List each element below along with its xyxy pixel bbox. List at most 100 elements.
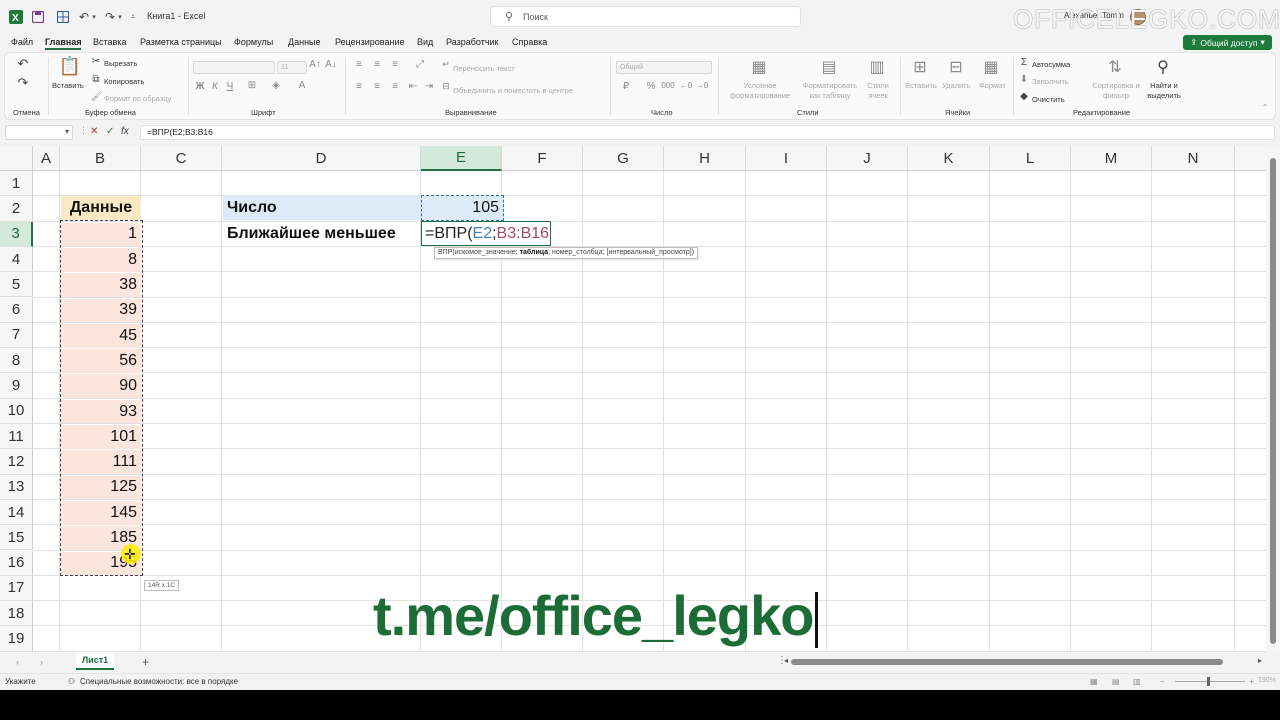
column-header-n[interactable]: N: [1152, 146, 1235, 171]
borders-icon[interactable]: ⊞: [245, 80, 259, 91]
customize-toolbar-icon[interactable]: ⩡: [128, 8, 138, 26]
insert-function-icon[interactable]: fx: [121, 126, 129, 137]
accounting-format-icon[interactable]: ₽: [619, 81, 633, 92]
tab-formulas[interactable]: Формулы: [234, 37, 273, 47]
wrap-text-button[interactable]: Переносить текст: [453, 64, 515, 73]
font-name-dropdown[interactable]: [193, 61, 275, 74]
cell-d2-label[interactable]: Число: [223, 196, 421, 220]
insert-cells-button[interactable]: Вставить: [905, 81, 937, 90]
next-sheet-icon[interactable]: ›: [40, 657, 43, 667]
row-header-11[interactable]: 11: [0, 424, 33, 450]
redo-icon[interactable]: ↷: [103, 8, 117, 26]
zoom-in-icon[interactable]: +: [1249, 677, 1254, 686]
column-header-i[interactable]: I: [746, 146, 827, 171]
row-header-17[interactable]: 17: [0, 575, 33, 602]
increase-indent-icon[interactable]: ⇥: [423, 81, 435, 92]
prev-sheet-icon[interactable]: ‹: [16, 657, 19, 667]
align-middle-icon[interactable]: ≡: [371, 59, 383, 70]
format-as-table-button[interactable]: Форматировать как таблицу: [799, 81, 861, 101]
fill-button[interactable]: Заполнить: [1032, 77, 1069, 86]
tab-review[interactable]: Рецензирование: [335, 37, 405, 47]
column-header-k[interactable]: K: [908, 146, 990, 171]
grow-font-icon[interactable]: A↑: [309, 59, 321, 70]
save-icon[interactable]: [31, 8, 45, 26]
form-icon[interactable]: [56, 8, 70, 26]
column-header-g[interactable]: G: [583, 146, 664, 171]
align-bottom-icon[interactable]: ≡: [389, 59, 401, 70]
align-right-icon[interactable]: ≡: [389, 81, 401, 92]
align-left-icon[interactable]: ≡: [353, 81, 365, 92]
normal-view-icon[interactable]: ▦: [1090, 677, 1098, 686]
column-header-j[interactable]: J: [827, 146, 908, 171]
merge-center-button[interactable]: Объединить и поместить в центре: [453, 86, 573, 95]
cell-e3-editor[interactable]: =ВПР( E2 ; B3:B16: [421, 221, 551, 246]
add-sheet-button[interactable]: +: [142, 655, 149, 669]
fill-color-icon[interactable]: ◈: [269, 80, 283, 91]
horizontal-scrollbar-thumb[interactable]: [791, 659, 1223, 665]
row-header-10[interactable]: 10: [0, 398, 33, 424]
sheet-tab-active[interactable]: Лист1: [76, 652, 114, 670]
row-header-8[interactable]: 8: [0, 348, 33, 374]
align-top-icon[interactable]: ≡: [353, 59, 365, 70]
tab-developer[interactable]: Разработчик: [446, 37, 498, 47]
number-format-dropdown[interactable]: Общий: [616, 61, 712, 74]
share-button[interactable]: ⇪ Общий доступ ▾: [1183, 35, 1272, 50]
zoom-out-icon[interactable]: −: [1160, 677, 1165, 686]
cut-button[interactable]: Вырезать: [104, 59, 137, 68]
zoom-slider-knob[interactable]: [1207, 677, 1210, 686]
row-header-1[interactable]: 1: [0, 171, 33, 197]
sort-filter-button[interactable]: Сортировка и фильтр: [1091, 81, 1141, 101]
row-header-9[interactable]: 9: [0, 373, 33, 399]
tab-home[interactable]: Главная: [45, 37, 82, 47]
shrink-font-icon[interactable]: A↓: [325, 59, 337, 70]
column-header-e[interactable]: E: [421, 146, 502, 171]
comma-style-icon[interactable]: 000: [661, 81, 675, 90]
row-header-16[interactable]: 16: [0, 550, 33, 576]
decrease-indent-icon[interactable]: ⇤: [407, 81, 419, 92]
percent-icon[interactable]: %: [644, 81, 658, 92]
row-header-7[interactable]: 7: [0, 322, 33, 349]
page-break-view-icon[interactable]: ▥: [1133, 677, 1141, 686]
row-header-14[interactable]: 14: [0, 499, 33, 526]
row-header-15[interactable]: 15: [0, 525, 33, 551]
orientation-icon[interactable]: ⤢: [413, 59, 427, 70]
format-painter-button[interactable]: Формат по образцу: [104, 94, 171, 103]
tab-page-layout[interactable]: Разметка страницы: [140, 37, 222, 47]
scroll-right-icon[interactable]: ▸: [1258, 656, 1262, 665]
column-header-c[interactable]: C: [141, 146, 222, 171]
row-header-6[interactable]: 6: [0, 297, 33, 323]
row-header-12[interactable]: 12: [0, 449, 33, 475]
column-header-a[interactable]: A: [33, 146, 60, 171]
redo-dropdown-icon[interactable]: ▾: [116, 8, 124, 26]
conditional-format-button[interactable]: Условное форматирование: [727, 81, 793, 101]
formula-input[interactable]: =ВПР(E2;B3:B16: [140, 125, 1275, 140]
increase-decimal-icon[interactable]: ←0: [679, 81, 693, 90]
redo-icon[interactable]: ↷: [15, 75, 31, 91]
row-header-4[interactable]: 4: [0, 246, 33, 273]
row-header-5[interactable]: 5: [0, 272, 33, 298]
delete-cells-button[interactable]: Удалить: [942, 81, 971, 90]
tab-help[interactable]: Справка: [512, 37, 547, 47]
name-box[interactable]: ▾: [5, 125, 73, 140]
row-header-18[interactable]: 18: [0, 601, 33, 627]
undo-icon[interactable]: ↶: [77, 8, 91, 26]
zoom-slider-track[interactable]: [1175, 681, 1245, 682]
align-center-icon[interactable]: ≡: [371, 81, 383, 92]
cancel-icon[interactable]: ✕: [90, 126, 98, 137]
find-select-button[interactable]: Найти и выделить: [1143, 81, 1185, 101]
underline-icon[interactable]: Ч: [225, 81, 235, 92]
tab-view[interactable]: Вид: [417, 37, 433, 47]
tab-data[interactable]: Данные: [288, 37, 321, 47]
decrease-decimal-icon[interactable]: →0: [695, 81, 709, 90]
scroll-left-icon[interactable]: ◂: [784, 656, 788, 665]
column-header-m[interactable]: M: [1071, 146, 1152, 171]
enter-icon[interactable]: ✓: [106, 126, 114, 137]
undo-dropdown-icon[interactable]: ▾: [90, 8, 98, 26]
tab-insert[interactable]: Вставка: [93, 37, 126, 47]
format-cells-button[interactable]: Формат: [979, 81, 1006, 90]
search-box[interactable]: ⚲ Поиск: [490, 6, 801, 27]
column-header-h[interactable]: H: [664, 146, 746, 171]
column-header-b[interactable]: B: [60, 146, 141, 171]
clear-button[interactable]: Очистить: [1032, 95, 1065, 104]
cell-b2-header[interactable]: Данные: [61, 196, 141, 220]
